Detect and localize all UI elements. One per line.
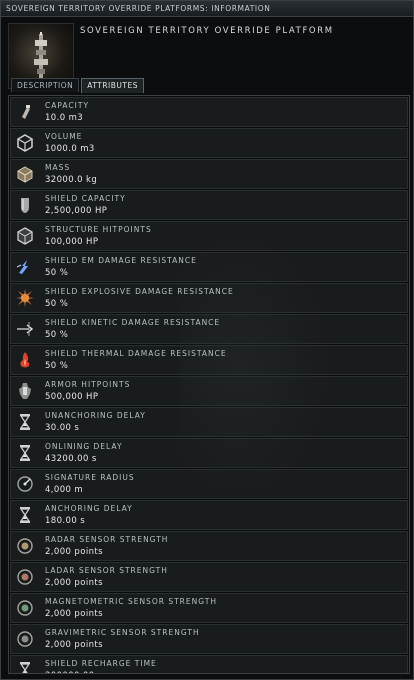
attribute-value: 50 % [45, 330, 69, 340]
attribute-value: 50 % [45, 299, 69, 309]
attribute-value: 500,000 HP [45, 392, 99, 402]
attribute-label: MAGNETOMETRIC SENSOR STRENGTH [45, 597, 217, 606]
attribute-row[interactable]: LADAR SENSOR STRENGTH 2,000 points [10, 562, 408, 592]
tab-description[interactable]: DESCRIPTION [11, 78, 80, 92]
attribute-value: 100,000 HP [45, 237, 99, 247]
platform-image [34, 32, 48, 78]
attribute-row[interactable]: ARMOR HITPOINTS 500,000 HP [10, 376, 408, 406]
attribute-label: ONLINING DELAY [45, 442, 123, 451]
attribute-row[interactable]: GRAVIMETRIC SENSOR STRENGTH 2,000 points [10, 624, 408, 654]
attribute-value: 43200.00 s [45, 454, 97, 464]
attribute-value: 2,000 points [45, 547, 103, 557]
attribute-row[interactable]: CAPACITY 10.0 m3 [10, 97, 408, 127]
window-title[interactable]: SOVEREIGN TERRITORY OVERRIDE PLATFORMS: … [1, 1, 413, 17]
hourglass-icon [15, 412, 35, 432]
attribute-row[interactable]: UNANCHORING DELAY 30.00 s [10, 407, 408, 437]
attribute-label: SHIELD RECHARGE TIME [45, 659, 157, 668]
attribute-label: ANCHORING DELAY [45, 504, 133, 513]
volume-icon [15, 133, 35, 153]
armor-icon [15, 381, 35, 401]
signature-radius-icon [15, 474, 35, 494]
attribute-label: SHIELD CAPACITY [45, 194, 126, 203]
attribute-row[interactable]: SHIELD EM DAMAGE RESISTANCE 50 % [10, 252, 408, 282]
em-damage-icon [15, 257, 35, 277]
structure-icon [15, 226, 35, 246]
tab-attributes[interactable]: ATTRIBUTES [81, 78, 144, 93]
attributes-list[interactable]: CAPACITY 10.0 m3 VOLUME 1000.0 m3 MASS 32000.… [8, 95, 410, 674]
attribute-label: SHIELD EXPLOSIVE DAMAGE RESISTANCE [45, 287, 234, 296]
attribute-label: SHIELD KINETIC DAMAGE RESISTANCE [45, 318, 221, 327]
attribute-label: SIGNATURE RADIUS [45, 473, 135, 482]
attribute-label: LADAR SENSOR STRENGTH [45, 566, 168, 575]
attribute-value: 32000.0 kg [45, 175, 98, 185]
radar-sensor-icon [15, 536, 35, 556]
capacity-icon [15, 102, 35, 122]
attribute-value: 30.00 s [45, 423, 80, 433]
attribute-label: STRUCTURE HITPOINTS [45, 225, 152, 234]
attribute-row[interactable]: STRUCTURE HITPOINTS 100,000 HP [10, 221, 408, 251]
attribute-value: 10.0 m3 [45, 113, 84, 123]
attribute-row[interactable]: SHIELD EXPLOSIVE DAMAGE RESISTANCE 50 % [10, 283, 408, 313]
ladar-sensor-icon [15, 567, 35, 587]
explosive-damage-icon [15, 288, 35, 308]
hourglass-icon [15, 660, 35, 673]
info-window: SOVEREIGN TERRITORY OVERRIDE PLATFORMS: … [0, 0, 414, 680]
attribute-row[interactable]: SHIELD CAPACITY 2,500,000 HP [10, 190, 408, 220]
attribute-label: MASS [45, 163, 71, 172]
attribute-row[interactable]: ONLINING DELAY 43200.00 s [10, 438, 408, 468]
kinetic-damage-icon [15, 319, 35, 339]
attribute-row[interactable]: ANCHORING DELAY 180.00 s [10, 500, 408, 530]
attribute-value: 50 % [45, 268, 69, 278]
hourglass-icon [15, 505, 35, 525]
attribute-label: VOLUME [45, 132, 83, 141]
attribute-row[interactable]: SHIELD KINETIC DAMAGE RESISTANCE 50 % [10, 314, 408, 344]
attribute-value: 2,000 points [45, 609, 103, 619]
attribute-value: 2,500,000 HP [45, 206, 108, 216]
thermal-damage-icon [15, 350, 35, 370]
attribute-row[interactable]: SHIELD RECHARGE TIME 200000.00 s [10, 655, 408, 673]
attribute-value: 50 % [45, 361, 69, 371]
shield-icon [15, 195, 35, 215]
attribute-label: RADAR SENSOR STRENGTH [45, 535, 169, 544]
attribute-label: CAPACITY [45, 101, 90, 110]
attribute-value: 2,000 points [45, 578, 103, 588]
hourglass-icon [15, 443, 35, 463]
attribute-row[interactable]: SHIELD THERMAL DAMAGE RESISTANCE 50 % [10, 345, 408, 375]
item-name: SOVEREIGN TERRITORY OVERRIDE PLATFORM [80, 26, 334, 36]
tab-bar: DESCRIPTION ATTRIBUTES [11, 78, 146, 94]
attribute-label: SHIELD THERMAL DAMAGE RESISTANCE [45, 349, 227, 358]
attribute-row[interactable]: MAGNETOMETRIC SENSOR STRENGTH 2,000 point… [10, 593, 408, 623]
attribute-value: 180.00 s [45, 516, 86, 526]
attribute-value: 1000.0 m3 [45, 144, 95, 154]
mass-icon [15, 164, 35, 184]
attribute-label: GRAVIMETRIC SENSOR STRENGTH [45, 628, 200, 637]
attribute-label: UNANCHORING DELAY [45, 411, 146, 420]
attribute-value: 200000.00 s [45, 671, 103, 673]
attribute-label: SHIELD EM DAMAGE RESISTANCE [45, 256, 197, 265]
attribute-label: ARMOR HITPOINTS [45, 380, 131, 389]
attribute-row[interactable]: VOLUME 1000.0 m3 [10, 128, 408, 158]
attribute-row[interactable]: SIGNATURE RADIUS 4,000 m [10, 469, 408, 499]
attribute-value: 4,000 m [45, 485, 84, 495]
magnetometric-sensor-icon [15, 598, 35, 618]
attribute-value: 2,000 points [45, 640, 103, 650]
attribute-row[interactable]: RADAR SENSOR STRENGTH 2,000 points [10, 531, 408, 561]
attribute-row[interactable]: MASS 32000.0 kg [10, 159, 408, 189]
gravimetric-sensor-icon [15, 629, 35, 649]
